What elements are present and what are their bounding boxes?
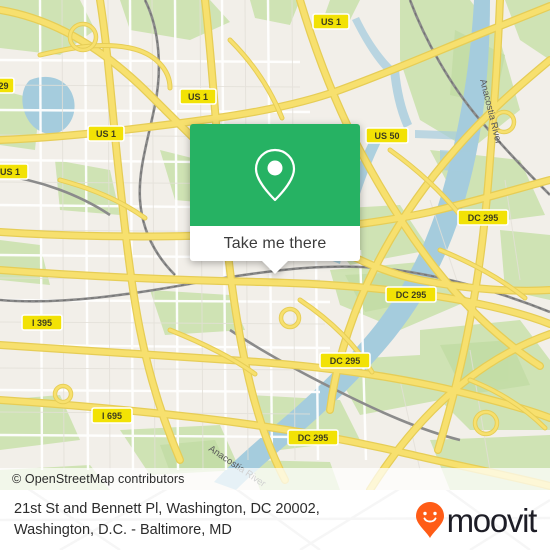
svg-text:US 1: US 1 — [188, 92, 208, 102]
svg-text:I 395: I 395 — [32, 318, 52, 328]
svg-text:DC 295: DC 295 — [298, 433, 329, 443]
map-attribution: © OpenStreetMap contributors — [0, 468, 550, 490]
map-pin-icon — [254, 148, 296, 202]
app-screen: Anacostia River Anacostia River US 1 US … — [0, 0, 550, 550]
svg-text:I 695: I 695 — [102, 411, 122, 421]
moovit-wordmark: moovit — [446, 501, 538, 539]
svg-text:DC 295: DC 295 — [468, 213, 499, 223]
location-callout-card[interactable]: Take me there — [190, 124, 360, 274]
take-me-there-label: Take me there — [223, 234, 327, 252]
address-line-1: 21st St and Bennett Pl, Washington, DC 2… — [14, 501, 320, 517]
callout-tail — [262, 261, 288, 274]
attribution-text: © OpenStreetMap contributors — [12, 472, 185, 486]
svg-text:US 50: US 50 — [374, 131, 399, 141]
moovit-pin-icon — [415, 502, 444, 538]
footer-bar: 21st St and Bennett Pl, Washington, DC 2… — [0, 490, 550, 550]
callout-header — [190, 124, 360, 226]
svg-text:US 1: US 1 — [0, 167, 20, 177]
svg-text:US 1: US 1 — [96, 129, 116, 139]
take-me-there-button[interactable]: Take me there — [190, 226, 360, 274]
address-line-2: Washington, D.C. - Baltimore, MD — [14, 522, 232, 538]
svg-text:US 1: US 1 — [321, 17, 341, 27]
moovit-logo: moovit — [415, 501, 538, 539]
svg-text:US 29: US 29 — [0, 81, 9, 91]
svg-text:DC 295: DC 295 — [330, 356, 361, 366]
svg-text:DC 295: DC 295 — [396, 290, 427, 300]
location-address: 21st St and Bennett Pl, Washington, DC 2… — [0, 499, 320, 541]
